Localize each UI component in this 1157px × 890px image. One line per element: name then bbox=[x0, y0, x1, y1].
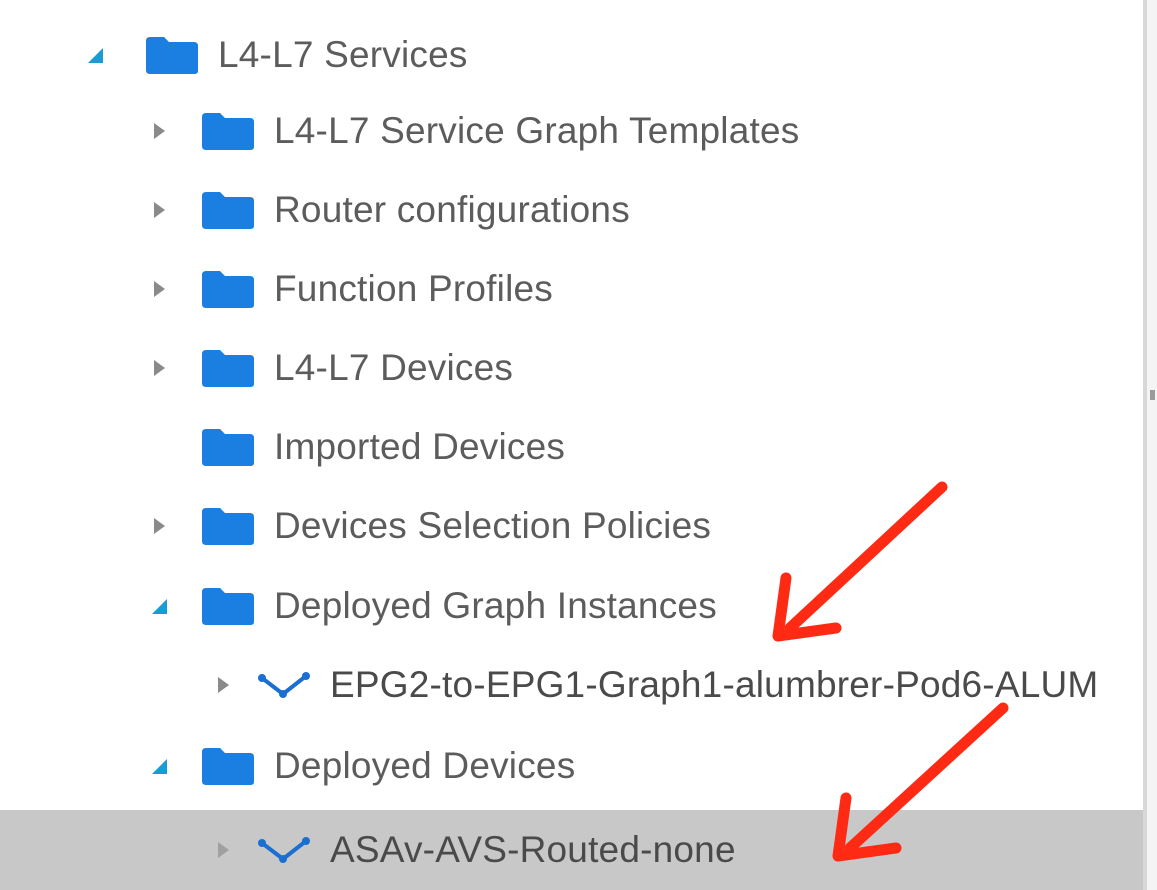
folder-icon bbox=[202, 748, 254, 785]
tree-item-imported-devices[interactable]: Imported Devices bbox=[0, 408, 1143, 486]
tree-item-graph-instance[interactable]: EPG2-to-EPG1-Graph1-alumbrer-Pod6-ALUM bbox=[0, 646, 1143, 724]
folder-icon bbox=[202, 508, 254, 545]
tree-item-label: Imported Devices bbox=[274, 426, 566, 467]
folder-icon bbox=[146, 37, 198, 74]
tree-item-label: Function Profiles bbox=[274, 268, 553, 309]
folder-icon bbox=[202, 429, 254, 466]
tree-item-l4-l7-services[interactable]: L4-L7 Services bbox=[0, 16, 1143, 94]
expanded-arrow-icon[interactable] bbox=[148, 595, 170, 617]
tree-item-function-profiles[interactable]: Function Profiles bbox=[0, 250, 1143, 328]
collapsed-arrow-icon[interactable] bbox=[212, 674, 234, 696]
tree-item-label: EPG2-to-EPG1-Graph1-alumbrer-Pod6-ALUM bbox=[330, 664, 1099, 705]
collapsed-arrow-icon[interactable] bbox=[148, 278, 170, 300]
folder-icon bbox=[202, 271, 254, 308]
folder-icon bbox=[202, 588, 254, 625]
collapsed-arrow-icon[interactable] bbox=[148, 199, 170, 221]
resize-handle-icon[interactable] bbox=[1150, 390, 1155, 400]
folder-icon bbox=[202, 113, 254, 150]
collapsed-arrow-icon[interactable] bbox=[148, 120, 170, 142]
collapsed-arrow-icon[interactable] bbox=[212, 839, 234, 861]
tree-item-devices-selection-policies[interactable]: Devices Selection Policies bbox=[0, 487, 1143, 565]
tree-item-asav-device-selected[interactable]: ASAv-AVS-Routed-none bbox=[0, 810, 1143, 890]
tree-item-label: Router configurations bbox=[274, 189, 630, 230]
tree-item-label: Deployed Devices bbox=[274, 745, 576, 786]
tree-item-deployed-graph-instances[interactable]: Deployed Graph Instances bbox=[0, 567, 1143, 645]
expanded-arrow-icon[interactable] bbox=[148, 755, 170, 777]
tree-panel: L4-L7 Services L4-L7 Service Graph Templ… bbox=[0, 0, 1143, 890]
tree-item-l4-l7-devices[interactable]: L4-L7 Devices bbox=[0, 329, 1143, 407]
collapsed-arrow-icon[interactable] bbox=[148, 357, 170, 379]
tree-item-label: Deployed Graph Instances bbox=[274, 585, 717, 626]
expanded-arrow-icon[interactable] bbox=[84, 44, 106, 66]
folder-icon bbox=[202, 350, 254, 387]
tree-item-label: L4-L7 Service Graph Templates bbox=[274, 110, 800, 151]
panel-resize-gutter[interactable] bbox=[1147, 0, 1157, 890]
graph-icon bbox=[258, 837, 310, 863]
tree-item-router-configurations[interactable]: Router configurations bbox=[0, 171, 1143, 249]
tree-item-service-graph-templates[interactable]: L4-L7 Service Graph Templates bbox=[0, 92, 1143, 170]
tree-item-label: Devices Selection Policies bbox=[274, 505, 712, 546]
folder-icon bbox=[202, 192, 254, 229]
collapsed-arrow-icon[interactable] bbox=[148, 515, 170, 537]
tree-item-deployed-devices[interactable]: Deployed Devices bbox=[0, 727, 1143, 805]
tree-item-label: ASAv-AVS-Routed-none bbox=[330, 829, 736, 870]
graph-icon bbox=[258, 672, 310, 698]
tree-item-label: L4-L7 Services bbox=[218, 34, 468, 75]
tree-item-label: L4-L7 Devices bbox=[274, 347, 514, 388]
